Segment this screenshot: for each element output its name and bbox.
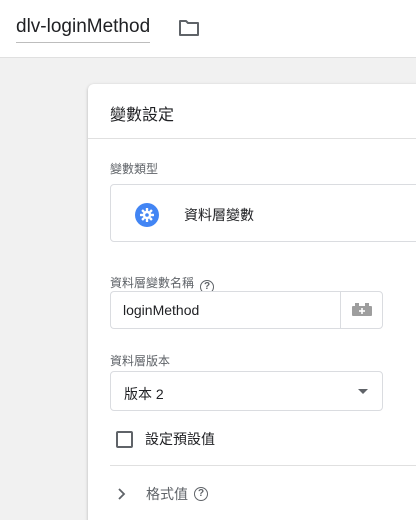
dl-version-label: 資料層版本	[110, 354, 171, 368]
folder-icon[interactable]	[178, 18, 200, 38]
chevron-right-icon	[118, 488, 126, 500]
variable-type-label: 變數類型	[110, 162, 159, 176]
format-value-label: 格式值	[146, 486, 188, 502]
dlv-name-label-text: 資料層變數名稱	[110, 276, 195, 290]
variable-type-name: 資料層變數	[184, 207, 254, 223]
variable-type-card[interactable]: 資料層變數	[110, 184, 416, 242]
default-value-label: 設定預設值	[145, 431, 215, 447]
variable-picker-icon	[351, 303, 372, 316]
dl-version-value: 版本 2	[124, 386, 164, 402]
section-divider	[110, 465, 416, 466]
dlv-name-input[interactable]	[110, 291, 340, 329]
default-value-checkbox[interactable]	[116, 430, 133, 448]
dl-version-select[interactable]: 版本 2	[110, 371, 383, 411]
panel-title: 變數設定	[110, 107, 175, 124]
variable-config-panel: 變數設定 變數類型 資料層變數 資料層變數名稱? loginMethod 資料層…	[88, 84, 416, 520]
dropdown-arrow-icon	[358, 389, 368, 394]
gear-icon	[135, 203, 159, 227]
format-value-expander[interactable]: 格式值 ?	[116, 484, 208, 504]
help-icon[interactable]: ?	[194, 487, 208, 501]
panel-divider	[88, 138, 416, 139]
variable-name-field[interactable]: dlv-loginMethod	[16, 16, 151, 43]
default-value-checkbox-row[interactable]: 設定預設值	[116, 429, 215, 449]
variable-picker-button[interactable]	[340, 291, 383, 329]
top-bar: dlv-loginMethod	[0, 0, 416, 58]
